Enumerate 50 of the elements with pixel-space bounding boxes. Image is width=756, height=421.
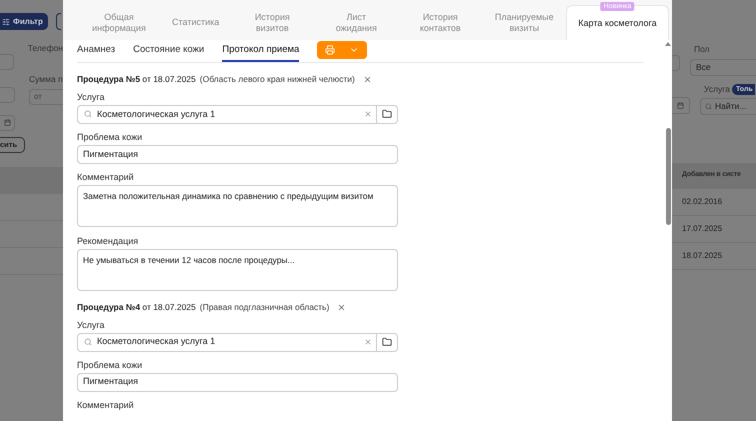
search-icon	[705, 102, 712, 110]
subtab[interactable]: Состояние кожи	[133, 42, 204, 62]
field-label: Проблема кожи	[77, 132, 144, 143]
date-field[interactable]	[672, 96, 690, 114]
toolbar-button[interactable]	[56, 13, 61, 30]
search-icon	[84, 110, 92, 118]
field-value: Косметологическая услуга 1	[97, 108, 216, 121]
field-label: Комментарий	[77, 172, 135, 183]
procedure-title: Процедура №5 от 18.07.2025	[77, 73, 196, 86]
field-label: Услуга	[77, 320, 106, 330]
service-search-field[interactable]: Найти...	[700, 98, 756, 114]
service-search-field[interactable]: Косметологическая услуга 1	[77, 332, 398, 352]
filter-button[interactable]: Фильтр	[0, 13, 48, 30]
field-label: Сумма п	[29, 73, 63, 86]
printer-icon	[325, 45, 336, 55]
table-cell: 18.07.2025	[682, 250, 722, 262]
calendar-icon	[4, 119, 10, 126]
text-area[interactable]: Не умываться в течении 12 часов после процедуры...	[77, 248, 398, 291]
subtab[interactable]: Протокол приема	[222, 42, 300, 62]
field-label: Пол	[693, 43, 711, 56]
procedure-title: Процедура №4 от 18.07.2025	[77, 300, 196, 314]
table-cell: 02.02.2016	[682, 196, 722, 208]
sliders-icon	[2, 18, 10, 26]
folder-icon[interactable]	[382, 337, 392, 347]
subtab[interactable]: Анамнез	[77, 42, 116, 62]
input-field[interactable]: Пигментация	[77, 144, 398, 164]
field-label: Комментарий	[77, 400, 135, 410]
clear-icon[interactable]	[364, 338, 372, 346]
field-label: Рекомендация	[77, 236, 140, 247]
table-cell: 17.07.2025	[682, 222, 722, 234]
input-field[interactable]: Пигментация	[77, 372, 398, 392]
field-label: Услуга	[77, 92, 106, 103]
procedure-area: (Область левого края нижней челюсти)	[200, 73, 355, 86]
input-field[interactable]	[672, 55, 680, 71]
folder-icon[interactable]	[382, 109, 392, 120]
date-field[interactable]	[0, 114, 15, 131]
close-icon[interactable]	[337, 302, 346, 312]
clear-icon[interactable]	[364, 110, 372, 118]
print-button[interactable]	[317, 41, 368, 59]
procedure-area: (Правая подглазничная область)	[200, 300, 330, 314]
field-label: Проблема кожи	[77, 360, 144, 370]
gender-select[interactable]: Все	[690, 58, 756, 76]
calendar-icon	[677, 102, 684, 109]
close-icon[interactable]	[362, 74, 372, 84]
field-label: Услуга	[703, 82, 730, 96]
service-search-field[interactable]: Косметологическая услуга 1	[77, 104, 398, 124]
text-area[interactable]: Заметна положительная динамика по сравнению с предыдущим визитом	[77, 184, 398, 227]
field-label: Телефон	[28, 42, 63, 55]
search-icon	[84, 338, 92, 346]
field-value: Косметологическая услуга 1	[97, 335, 216, 348]
